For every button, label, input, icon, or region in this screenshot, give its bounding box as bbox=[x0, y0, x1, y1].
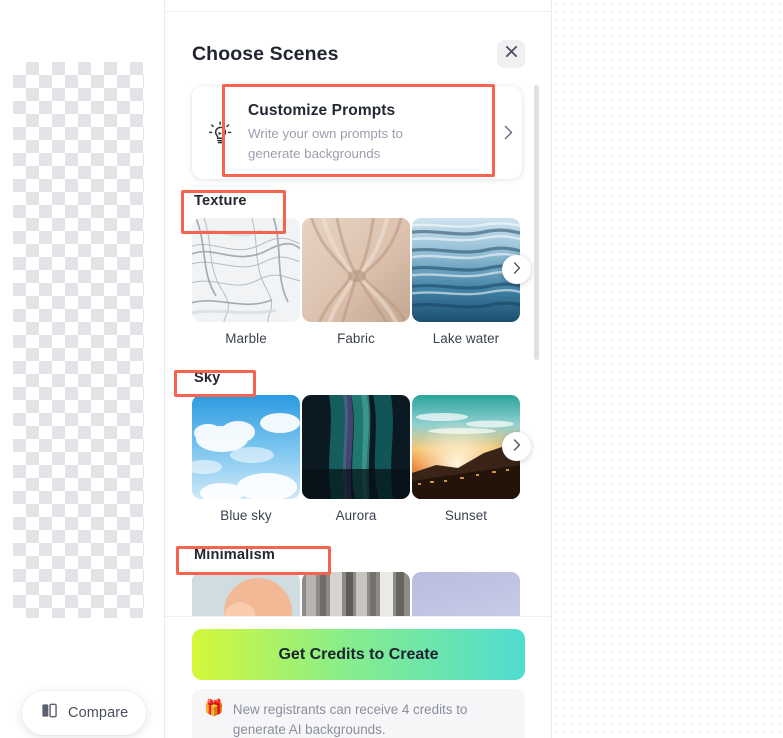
panel-divider bbox=[165, 11, 551, 12]
section-minimalism: Minimalism bbox=[165, 547, 551, 616]
thumb-row-texture: Marble Fabric Lake water bbox=[165, 218, 551, 346]
section-sky: Sky Blue sky Aurora Sunset bbox=[165, 370, 551, 523]
scene-item-marble[interactable]: Marble bbox=[192, 218, 300, 346]
choose-scenes-panel: Choose Scenes Customize Prompts Write yo… bbox=[164, 0, 552, 738]
panel-scrollbar-thumb[interactable] bbox=[534, 85, 539, 360]
scene-item-minimalism-1[interactable] bbox=[192, 572, 300, 616]
page-backdrop bbox=[551, 0, 783, 738]
transparency-checkerboard bbox=[13, 62, 144, 618]
scene-item-lake-water[interactable]: Lake water bbox=[412, 218, 520, 346]
sky-next-button[interactable] bbox=[502, 432, 531, 461]
section-title-minimalism: Minimalism bbox=[194, 547, 275, 563]
scene-label-sunset: Sunset bbox=[444, 508, 488, 523]
scene-label-blue-sky: Blue sky bbox=[220, 508, 272, 523]
scene-label-lake-water: Lake water bbox=[432, 331, 500, 346]
aurora-thumbnail[interactable] bbox=[302, 395, 410, 499]
minimalism-thumbnail-2[interactable] bbox=[302, 572, 410, 616]
customize-prompts-text: Customize Prompts Write your own prompts… bbox=[248, 102, 494, 163]
blue-sky-thumbnail[interactable] bbox=[192, 395, 300, 499]
page-title: Choose Scenes bbox=[192, 42, 339, 65]
chevron-right-icon[interactable] bbox=[494, 125, 522, 140]
close-icon bbox=[505, 45, 518, 63]
thumb-row-sky: Blue sky Aurora Sunset bbox=[165, 395, 551, 523]
scene-item-sunset[interactable]: Sunset bbox=[412, 395, 520, 523]
panel-footer: Get Credits to Create 🎁 New registrants … bbox=[165, 616, 551, 738]
customize-prompts-title: Customize Prompts bbox=[248, 102, 396, 120]
chevron-right-icon bbox=[513, 261, 521, 279]
section-texture: Texture Marble Fabric Lake water bbox=[165, 193, 551, 346]
close-button[interactable] bbox=[497, 40, 525, 68]
scene-label-aurora: Aurora bbox=[335, 508, 377, 523]
chevron-right-icon bbox=[513, 438, 521, 456]
minimalism-thumbnail-1[interactable] bbox=[192, 572, 300, 616]
marble-thumbnail[interactable] bbox=[192, 218, 300, 322]
section-title-texture: Texture bbox=[194, 193, 247, 209]
panel-scroll-body[interactable]: Customize Prompts Write your own prompts… bbox=[165, 76, 551, 616]
texture-next-button[interactable] bbox=[502, 255, 531, 284]
credits-notice: 🎁 New registrants can receive 4 credits … bbox=[192, 689, 525, 738]
scene-item-blue-sky[interactable]: Blue sky bbox=[192, 395, 300, 523]
minimalism-thumbnail-3[interactable] bbox=[412, 572, 520, 616]
fabric-thumbnail[interactable] bbox=[302, 218, 410, 322]
gift-icon: 🎁 bbox=[204, 700, 224, 717]
customize-prompts-subtitle: Write your own prompts to generate backg… bbox=[248, 126, 403, 161]
scene-item-minimalism-3[interactable] bbox=[412, 572, 520, 616]
customize-prompts-card[interactable]: Customize Prompts Write your own prompts… bbox=[192, 86, 522, 179]
scene-label-fabric: Fabric bbox=[337, 331, 375, 346]
image-canvas bbox=[0, 0, 165, 738]
compare-panels-icon bbox=[40, 701, 59, 725]
lightbulb-idea-icon bbox=[192, 119, 248, 147]
scene-item-aurora[interactable]: Aurora bbox=[302, 395, 410, 523]
get-credits-button[interactable]: Get Credits to Create bbox=[192, 629, 525, 680]
compare-button-label: Compare bbox=[68, 705, 129, 721]
compare-button[interactable]: Compare bbox=[22, 691, 147, 735]
scene-item-minimalism-2[interactable] bbox=[302, 572, 410, 616]
section-title-sky: Sky bbox=[194, 370, 221, 386]
scene-item-fabric[interactable]: Fabric bbox=[302, 218, 410, 346]
panel-header: Choose Scenes bbox=[165, 28, 551, 80]
thumb-row-minimalism bbox=[165, 572, 551, 616]
credits-notice-text: New registrants can receive 4 credits to… bbox=[232, 702, 468, 738]
scene-label-marble: Marble bbox=[225, 331, 267, 346]
app-root: Compare Choose Scenes Customize Prompts … bbox=[0, 0, 783, 738]
